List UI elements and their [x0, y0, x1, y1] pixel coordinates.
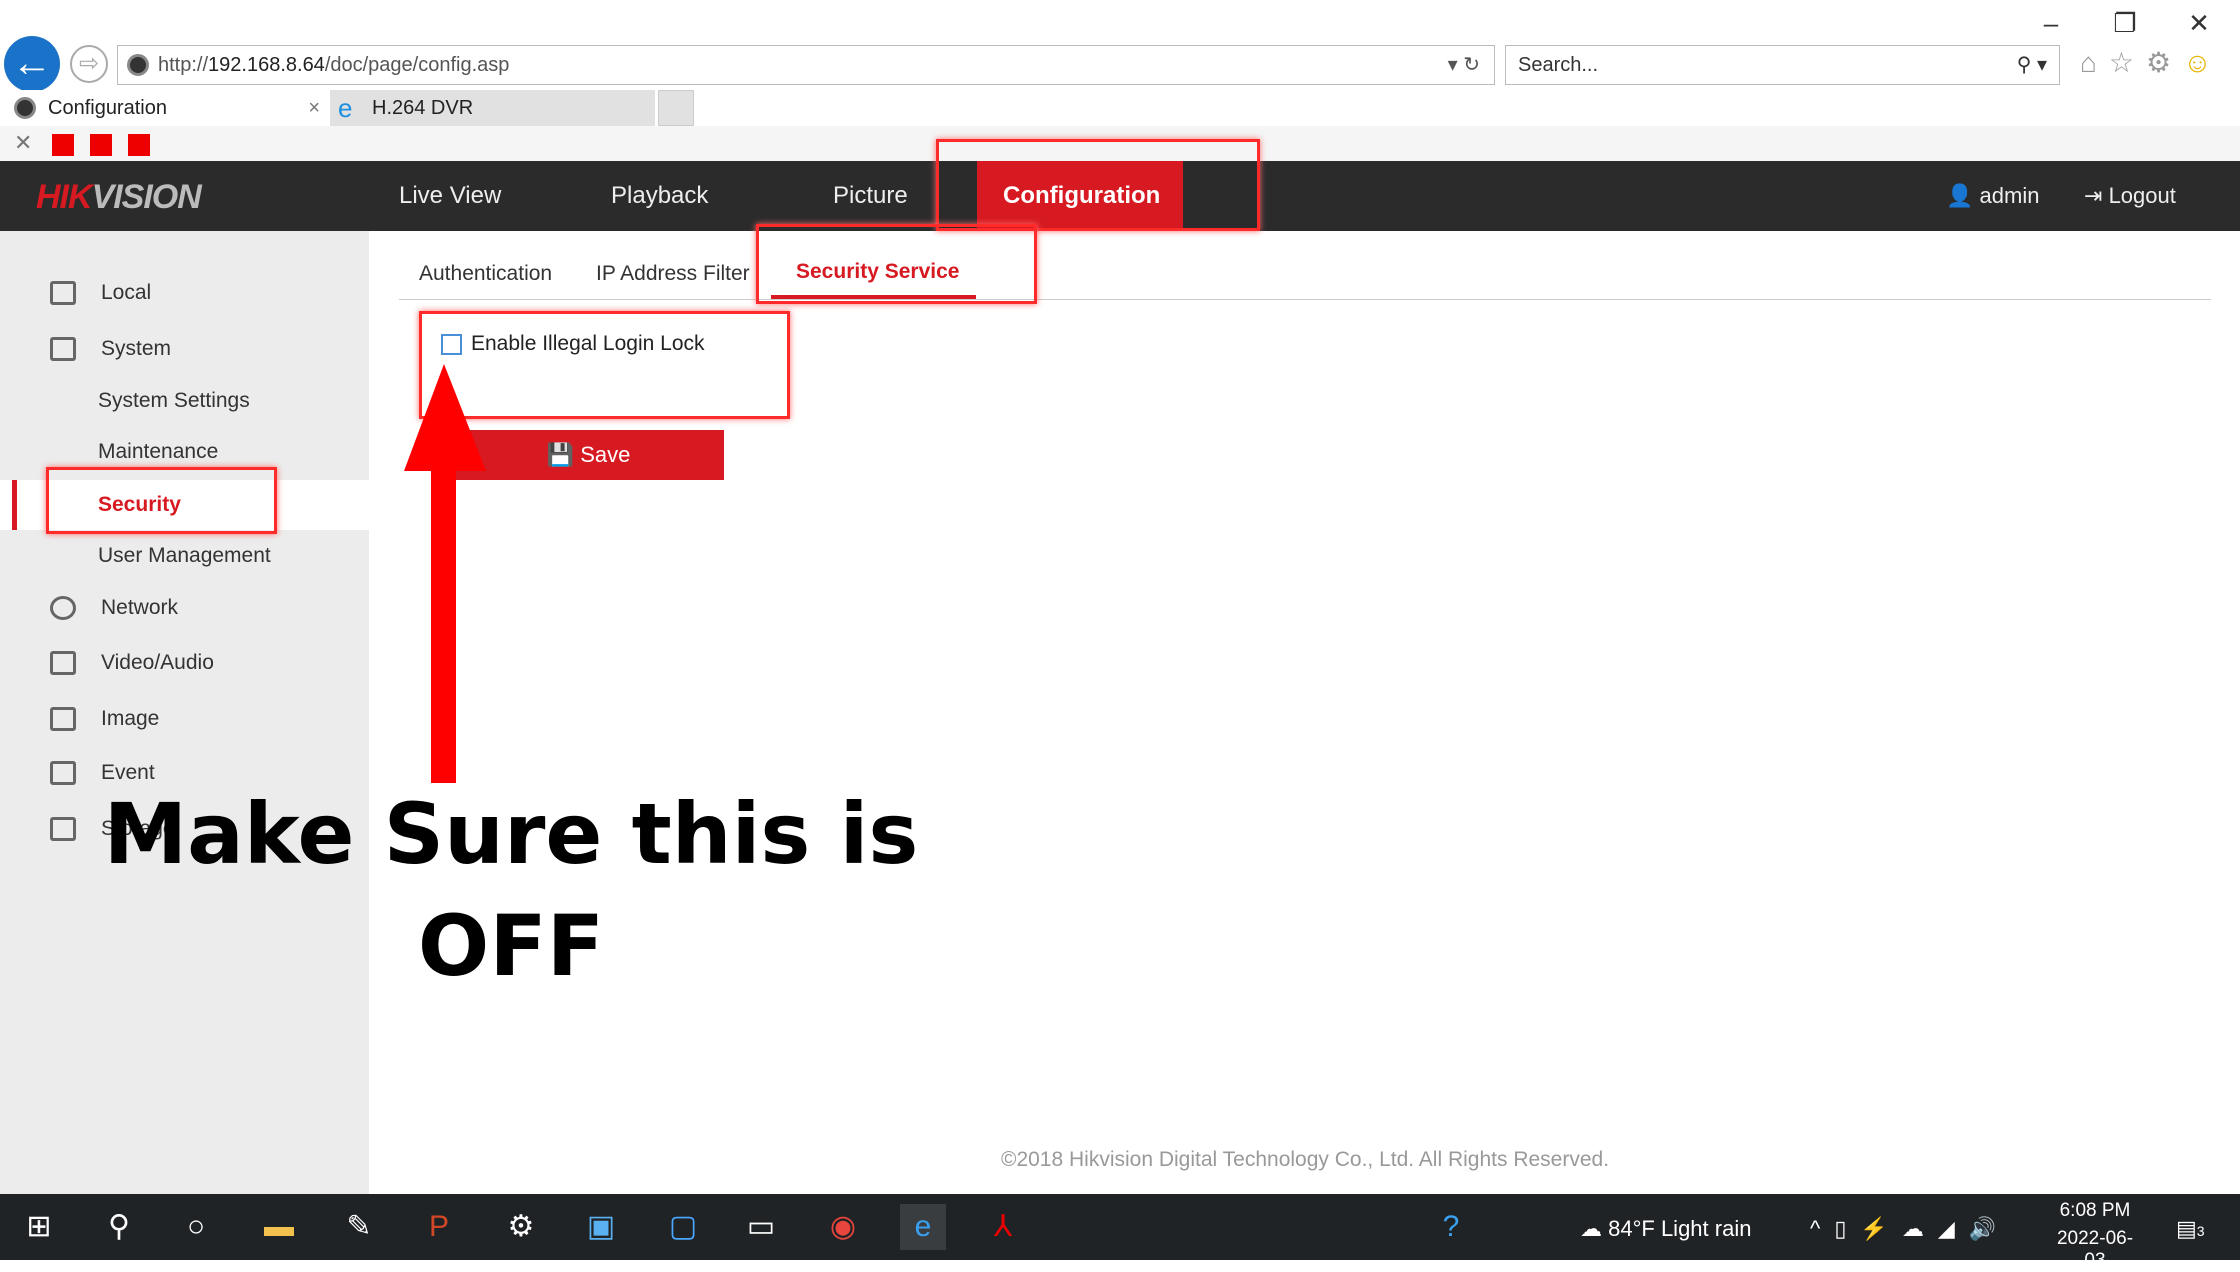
sidebar-item-local[interactable]: Local [0, 268, 369, 318]
paint-icon[interactable]: ✎ [336, 1204, 382, 1250]
toolbar-plugin-icon[interactable] [128, 134, 150, 156]
close-toolbar-icon[interactable]: ✕ [14, 130, 32, 156]
hikvision-logo: HIKVISION [36, 178, 202, 216]
search-placeholder: Search... [1518, 54, 1599, 76]
sidebar-item-network[interactable]: Network [0, 583, 369, 633]
chrome-icon[interactable]: ◉ [820, 1204, 866, 1250]
app-icon[interactable]: ▣ [578, 1204, 624, 1250]
notifications-button[interactable]: ▤3 [2176, 1216, 2205, 1242]
clock[interactable]: 6:08 PM 2022-06-03 [2050, 1200, 2140, 1272]
home-favorites-settings-icons[interactable]: ⌂☆⚙☺ [2080, 46, 2224, 79]
start-button[interactable]: ⊞ [16, 1204, 62, 1250]
calendar-icon [50, 761, 76, 785]
help-icon[interactable]: ? [1428, 1204, 1474, 1250]
nav-picture[interactable]: Picture [833, 161, 908, 231]
back-button[interactable]: ← [4, 36, 60, 92]
toolbar-plugin-icon[interactable] [52, 134, 74, 156]
restore-button[interactable]: ❐ [2100, 8, 2150, 39]
highlight-configuration [936, 139, 1260, 231]
settings-icon[interactable]: ⚙ [498, 1204, 544, 1250]
monitor-icon [50, 281, 76, 305]
copyright-footer: ©2018 Hikvision Digital Technology Co., … [1000, 1148, 1610, 1171]
tab-h264-dvr[interactable]: e H.264 DVR [330, 90, 655, 126]
save-icon: 💾 [546, 442, 575, 467]
refresh-icon[interactable]: ▾ ↻ [1448, 46, 1480, 84]
red-arrow [404, 364, 486, 783]
file-explorer-icon[interactable]: ▬ [256, 1204, 302, 1250]
tab-favicon [14, 97, 36, 119]
tab-label: Configuration [48, 97, 167, 119]
subtab-ip-address-filter[interactable]: IP Address Filter [596, 262, 750, 286]
weather-widget[interactable]: ☁ 84°F Light rain [1580, 1216, 1751, 1242]
powerpoint-icon[interactable]: P [416, 1204, 462, 1250]
sidebar-item-image[interactable]: Image [0, 694, 369, 744]
acrobat-icon[interactable]: ⅄ [980, 1204, 1026, 1250]
selected-indicator [12, 480, 17, 530]
url-host: 192.168.8.64 [208, 54, 325, 76]
zoom-icon[interactable]: ▢ [660, 1204, 706, 1250]
image-icon [50, 707, 76, 731]
highlight-security-service [756, 224, 1037, 304]
close-window-button[interactable]: ✕ [2174, 8, 2224, 39]
logout-icon: ⇥ [2084, 183, 2103, 208]
video-audio-icon [50, 651, 76, 675]
terminal-icon[interactable]: ▭ [738, 1204, 784, 1250]
address-bar[interactable]: http://192.168.8.64/doc/page/config.asp … [117, 45, 1495, 85]
search-input[interactable]: Search... ⚲ ▾ [1505, 45, 2060, 85]
nav-live-view[interactable]: Live View [399, 161, 501, 231]
search-icon[interactable]: ⚲ ▾ [2017, 46, 2047, 84]
url-path: /doc/page/config.asp [324, 54, 510, 76]
username: admin [1979, 183, 2040, 208]
subtab-divider [399, 299, 2211, 300]
url-prefix: http:// [158, 54, 209, 76]
task-view-icon[interactable]: ○ [173, 1204, 219, 1250]
sidebar-item-system[interactable]: System [0, 324, 369, 374]
minimize-button[interactable]: – [2026, 8, 2076, 39]
logout-button[interactable]: ⇥ Logout [2084, 161, 2176, 231]
sidebar-item-user-management[interactable]: User Management [0, 531, 369, 581]
save-button[interactable]: 💾 Save [453, 430, 724, 480]
annotation-text-line1: Make Sure this is [103, 785, 919, 883]
sidebar-item-video-audio[interactable]: Video/Audio [0, 638, 369, 688]
toolbar-plugin-icon[interactable] [90, 134, 112, 156]
new-tab-button[interactable] [658, 90, 694, 126]
tab-configuration[interactable]: Configuration × [6, 90, 328, 126]
globe-icon [50, 596, 76, 620]
internet-explorer-icon[interactable]: e [900, 1204, 946, 1250]
nav-playback[interactable]: Playback [611, 161, 708, 231]
site-icon [127, 54, 149, 76]
cloud-rain-icon: ☁ [1580, 1216, 1602, 1241]
user-menu[interactable]: 👤 admin [1946, 161, 2039, 231]
forward-button[interactable]: ⇨ [70, 45, 108, 83]
subtab-authentication[interactable]: Authentication [419, 262, 552, 286]
annotation-text-line2: OFF [417, 897, 605, 995]
ie-icon: e [338, 93, 353, 123]
tab-close-icon[interactable]: × [308, 90, 320, 126]
tab-label: H.264 DVR [372, 97, 474, 119]
system-tray-icons[interactable]: ^▯⚡☁◢🔊 [1810, 1216, 2010, 1242]
system-icon [50, 337, 76, 361]
sidebar-item-system-settings[interactable]: System Settings [0, 376, 369, 426]
highlight-security [46, 467, 277, 534]
search-taskbar-icon[interactable]: ⚲ [96, 1204, 142, 1250]
